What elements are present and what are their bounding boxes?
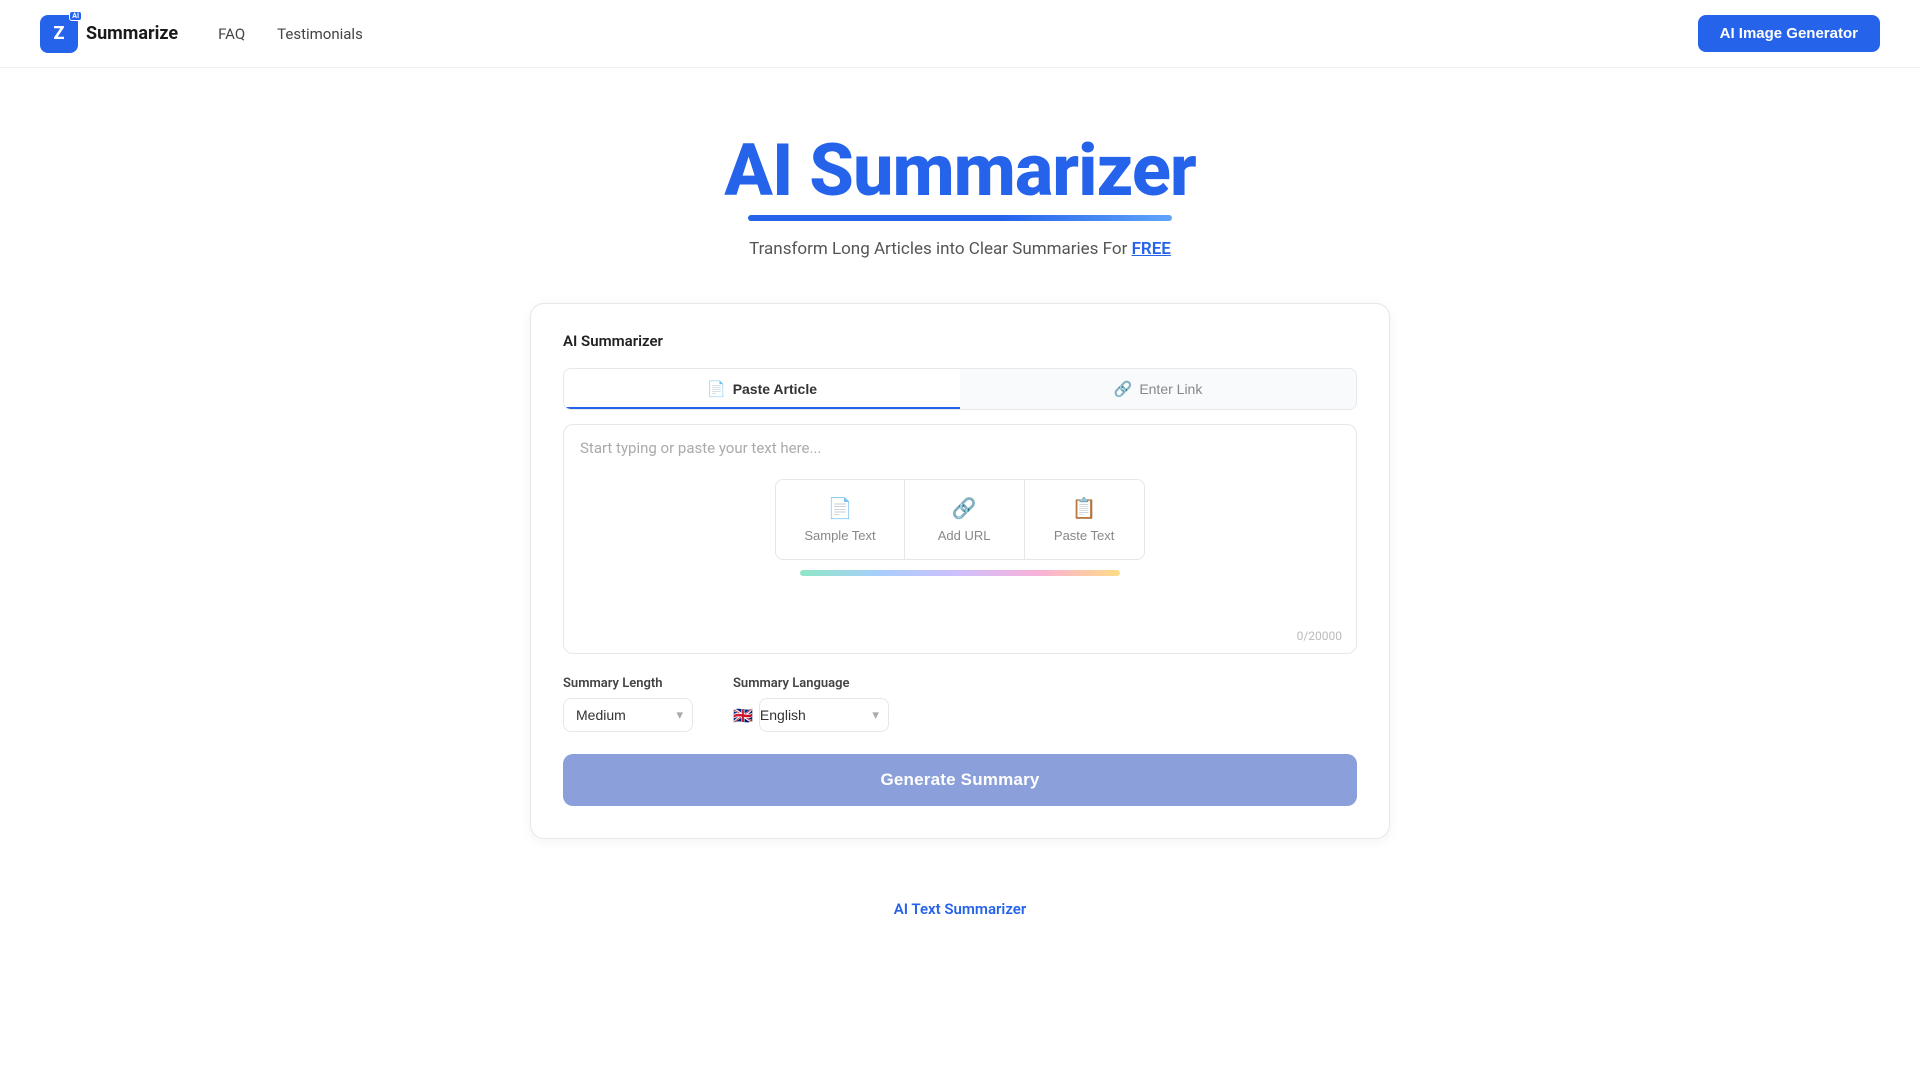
summary-language-select[interactable]: English Spanish French German — [759, 698, 889, 732]
paste-text-icon: 📋 — [1072, 496, 1097, 521]
hero-section: AI Summarizer Transform Long Articles in… — [0, 68, 1920, 279]
main-card: AI Summarizer 📄 Paste Article 🔗 Enter Li… — [530, 303, 1390, 839]
add-url-button[interactable]: 🔗 Add URL — [905, 479, 1025, 560]
card-title: AI Summarizer — [563, 332, 1357, 350]
enter-link-icon: 🔗 — [1114, 380, 1133, 398]
navbar: Z AI Summarize FAQ Testimonials AI Image… — [0, 0, 1920, 68]
nav-faq[interactable]: FAQ — [218, 25, 245, 43]
nav-links: FAQ Testimonials — [218, 25, 363, 43]
paste-text-button[interactable]: 📋 Paste Text — [1025, 479, 1145, 560]
footer-section: AI Text Summarizer — [0, 839, 1920, 938]
nav-testimonials[interactable]: Testimonials — [277, 25, 363, 43]
language-flag: 🇬🇧 — [733, 706, 753, 725]
logo-name: Summarize — [86, 23, 178, 44]
footer-ai-text-summarizer-link[interactable]: AI Text Summarizer — [894, 900, 1027, 918]
controls-row: Summary Length Short Medium Long ▾ Summa… — [563, 676, 1357, 732]
hero-subtitle: Transform Long Articles into Clear Summa… — [20, 239, 1900, 259]
logo[interactable]: Z AI Summarize — [40, 15, 178, 53]
add-url-icon: 🔗 — [952, 496, 977, 521]
quick-actions: 📄 Sample Text 🔗 Add URL 📋 Paste Text — [580, 479, 1340, 560]
tab-enter-link[interactable]: 🔗 Enter Link — [960, 369, 1356, 409]
paste-article-icon: 📄 — [707, 380, 726, 398]
char-count: 0/20000 — [1297, 629, 1342, 643]
summary-language-select-wrap: 🇬🇧 English Spanish French German ▾ — [733, 698, 889, 732]
textarea-placeholder: Start typing or paste your text here... — [580, 439, 821, 457]
tab-paste-article[interactable]: 📄 Paste Article — [564, 369, 960, 409]
logo-icon: Z AI — [40, 15, 78, 53]
hero-free-link[interactable]: FREE — [1132, 239, 1171, 259]
logo-badge: AI — [69, 11, 82, 21]
summary-length-select-wrap: Short Medium Long ▾ — [563, 698, 693, 732]
hero-title: AI Summarizer — [724, 128, 1195, 213]
summary-length-group: Summary Length Short Medium Long ▾ — [563, 676, 693, 732]
text-input-area[interactable]: Start typing or paste your text here... … — [563, 424, 1357, 654]
rainbow-bar — [800, 570, 1120, 576]
summary-length-select[interactable]: Short Medium Long — [563, 698, 693, 732]
summary-language-label: Summary Language — [733, 676, 889, 691]
generate-summary-button[interactable]: Generate Summary — [563, 754, 1357, 806]
ai-image-generator-button[interactable]: AI Image Generator — [1698, 15, 1880, 52]
input-tabs: 📄 Paste Article 🔗 Enter Link — [563, 368, 1357, 410]
summary-language-group: Summary Language 🇬🇧 English Spanish Fren… — [733, 676, 889, 732]
hero-underline — [748, 215, 1172, 221]
sample-text-button[interactable]: 📄 Sample Text — [775, 479, 904, 560]
summary-length-label: Summary Length — [563, 676, 693, 691]
sample-text-icon: 📄 — [828, 496, 853, 521]
